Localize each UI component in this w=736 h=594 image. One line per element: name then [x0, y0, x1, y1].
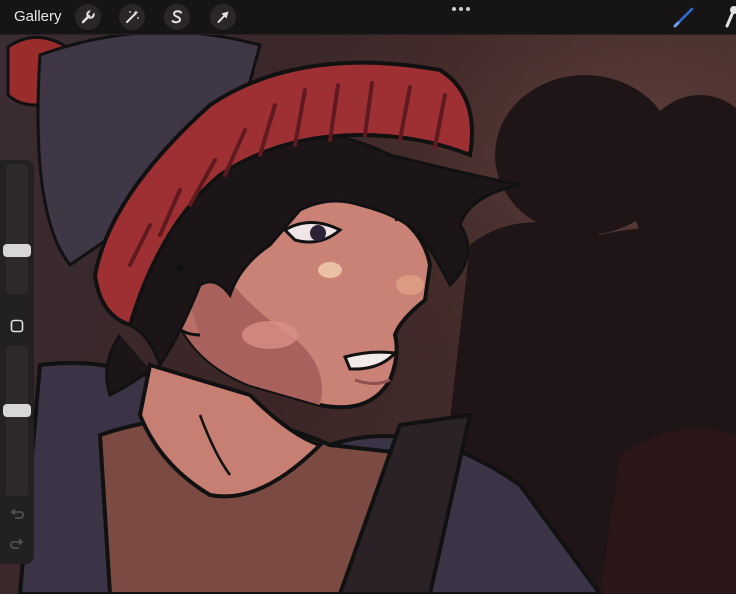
undo-button[interactable]: [6, 504, 28, 526]
drawing-canvas[interactable]: [0, 35, 736, 594]
paint-brush-button[interactable]: [670, 4, 698, 30]
redo-arrow-icon: [10, 539, 24, 549]
opacity-slider-thumb[interactable]: [3, 404, 31, 417]
gallery-button[interactable]: Gallery: [14, 8, 62, 25]
brush-icon: [673, 7, 694, 28]
selection-s-icon: [171, 10, 182, 24]
dot-icon: [466, 7, 470, 11]
left-sidebar: [0, 160, 34, 564]
square-outline-icon: [10, 319, 24, 333]
dot-icon: [452, 7, 456, 11]
dot-icon: [459, 7, 463, 11]
more-options-button[interactable]: [448, 2, 474, 16]
selection-button[interactable]: [164, 4, 190, 30]
smudge-button[interactable]: [718, 4, 736, 30]
redo-button[interactable]: [6, 534, 28, 556]
modify-button[interactable]: [6, 315, 28, 337]
opacity-slider[interactable]: [3, 346, 31, 496]
top-toolbar: Gallery: [0, 0, 736, 35]
brush-size-slider[interactable]: [3, 164, 31, 294]
undo-arrow-icon: [10, 509, 24, 519]
smudge-finger-icon: [725, 6, 736, 28]
adjustments-button[interactable]: [119, 4, 145, 30]
wrench-icon: [81, 9, 95, 24]
brush-size-slider-thumb[interactable]: [3, 244, 31, 257]
actions-button[interactable]: [75, 4, 101, 30]
transform-button[interactable]: [210, 4, 236, 30]
arrow-cursor-icon: [217, 11, 229, 23]
magic-wand-icon: [126, 10, 139, 23]
